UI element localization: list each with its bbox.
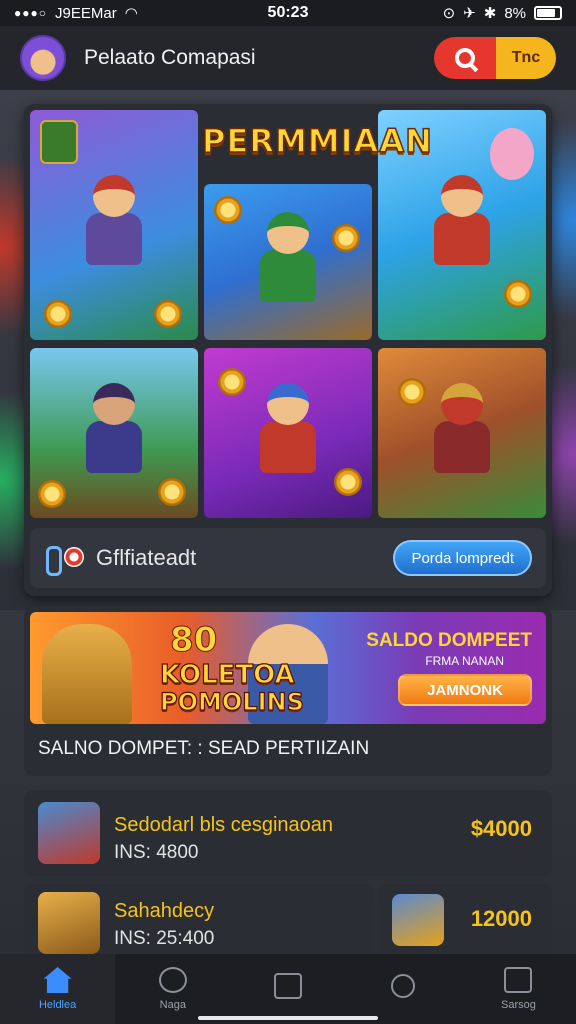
- list-item[interactable]: Sahahdecy INS: 25:400: [24, 884, 374, 958]
- bottom-nav: Heldlea Naga Sarsog: [0, 954, 576, 1024]
- promo-cta-label: JAMNONK: [427, 681, 503, 699]
- game-tile[interactable]: [30, 348, 198, 518]
- promo-title: SALDO DOMPEET: [366, 630, 532, 651]
- link-icon: [44, 542, 88, 576]
- signal-icon: ●●●○: [14, 6, 47, 20]
- game-tile[interactable]: [30, 110, 198, 340]
- promo-banner[interactable]: 80 KOLETOA POMOLINS SALDO DOMPEET FRMA N…: [30, 612, 546, 724]
- row-amount: $4000: [470, 816, 532, 841]
- game-tile[interactable]: [378, 348, 546, 518]
- games-card: PERMMIAAN Gflfiateadt Porda lompredt: [24, 104, 552, 596]
- promo-number: 80: [169, 620, 218, 661]
- list-item-amount[interactable]: 12000: [378, 884, 552, 958]
- nav-item-bag[interactable]: [230, 954, 345, 1024]
- bluetooth-icon: ✱: [483, 5, 497, 22]
- hero-character: [257, 383, 319, 483]
- row-amount: 12000: [470, 906, 532, 931]
- search-icon: [455, 48, 475, 68]
- search-icon: [391, 974, 416, 998]
- nav-item-home[interactable]: Heldlea: [0, 954, 116, 1024]
- carrier-name: J9EEMar: [55, 4, 117, 22]
- coin-icon: [504, 280, 532, 308]
- coin-icon: [38, 480, 66, 508]
- banner-title: PERMMIAAN: [201, 121, 433, 161]
- play-button[interactable]: Porda lompredt: [393, 540, 532, 576]
- promo-word-1: KOLETOA: [159, 659, 295, 690]
- coin-icon: [214, 196, 242, 224]
- bunny-character: [490, 128, 534, 180]
- hero-character: [83, 175, 145, 275]
- status-bar: ●●●○ J9EEMar ◠ 50:23 ⊙ ✈ ✱ 8%: [0, 0, 576, 26]
- game-thumbnail: [38, 802, 100, 864]
- app-header: Pelaato Comapasi Tnc: [0, 26, 576, 90]
- game-name-row[interactable]: Gflfiateadt Porda lompredt: [30, 528, 546, 588]
- home-icon: [43, 967, 72, 993]
- coin-icon: [44, 300, 72, 328]
- character-portrait: [40, 120, 78, 164]
- battery-percent: 8%: [504, 4, 526, 22]
- promo-subtitle: FRMA NANAN: [425, 654, 504, 668]
- promo-word-2: POMOLINS: [159, 687, 304, 716]
- game-thumbnail: [38, 892, 100, 954]
- bag-icon: [274, 973, 302, 999]
- game-tile[interactable]: [204, 184, 372, 340]
- promo-caption: SALNO DOMPET: : SEAD PERTIIZAIN: [38, 738, 370, 759]
- nav-label: Sarsog: [500, 999, 536, 1011]
- row-title: Sedodarl bls cesginaoan: [114, 814, 334, 836]
- hero-character: [83, 383, 145, 483]
- search-button[interactable]: [434, 37, 496, 79]
- coin-icon: [398, 378, 426, 406]
- row-subtitle: INS: 4800: [114, 842, 199, 863]
- battery-icon: [534, 6, 562, 20]
- promo-card: 80 KOLETOA POMOLINS SALDO DOMPEET FRMA N…: [24, 606, 552, 776]
- nav-item-search[interactable]: [346, 954, 461, 1024]
- wolf-character: [42, 624, 132, 724]
- avatar[interactable]: [20, 35, 66, 81]
- home-indicator: [198, 1016, 378, 1020]
- status-left: ●●●○ J9EEMar ◠: [14, 4, 138, 23]
- nav-label: Heldlea: [38, 999, 77, 1011]
- wifi-icon: ◠: [124, 5, 138, 22]
- page-title: Pelaato Comapasi: [84, 46, 256, 69]
- medal-icon: [158, 967, 187, 993]
- tnc-button[interactable]: Tnc: [496, 37, 556, 79]
- hero-character: [431, 383, 493, 483]
- status-right: ⊙ ✈ ✱ 8%: [443, 4, 562, 22]
- game-tile[interactable]: [204, 348, 372, 518]
- clock: 50:23: [267, 4, 309, 21]
- promo-cta-button[interactable]: JAMNONK: [398, 674, 532, 706]
- coin-icon: [158, 478, 186, 506]
- row-title: Sahahdecy: [114, 900, 215, 922]
- coin-icon: [218, 368, 246, 396]
- nav-item-naga[interactable]: Naga: [115, 954, 230, 1024]
- airplane-icon: ✈: [463, 5, 476, 22]
- hero-character: [431, 175, 493, 275]
- game-thumbnail: [392, 894, 444, 946]
- hero-character: [257, 212, 319, 312]
- header-actions: Tnc: [434, 37, 556, 79]
- coin-icon: [334, 468, 362, 496]
- coin-icon: [332, 224, 360, 252]
- list-item[interactable]: Sedodarl bls cesginaoan INS: 4800 $4000: [24, 790, 552, 876]
- nav-label: Naga: [159, 999, 186, 1011]
- nav-item-shop[interactable]: Sarsog: [461, 954, 576, 1024]
- row-subtitle: INS: 25:400: [114, 928, 215, 949]
- coin-icon: [154, 300, 182, 328]
- alarm-icon: ⊙: [442, 5, 456, 22]
- shop-icon: [504, 967, 533, 993]
- game-name: Gflfiateadt: [96, 545, 197, 570]
